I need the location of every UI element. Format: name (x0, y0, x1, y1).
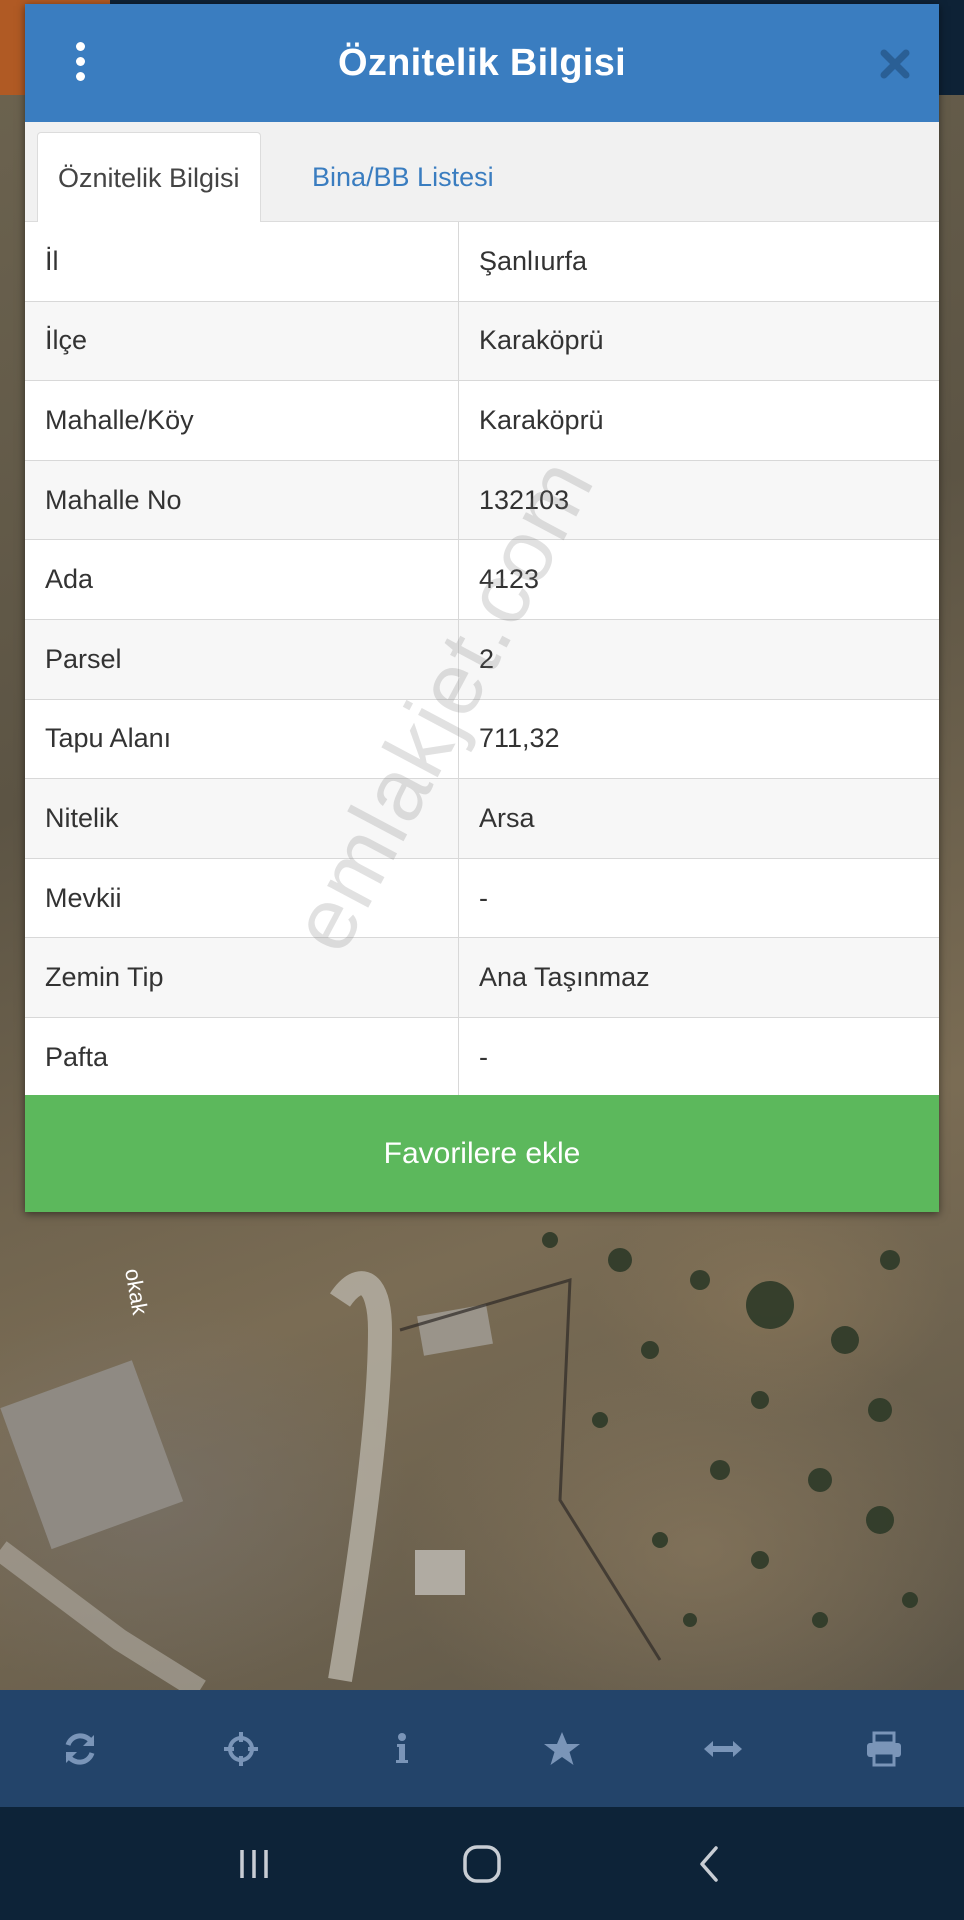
row-label: Pafta (25, 1017, 459, 1098)
table-row: Ada 4123 (25, 540, 939, 620)
row-value: - (479, 1042, 488, 1073)
info-icon[interactable] (372, 1719, 432, 1779)
row-value: Ana Taşınmaz (479, 962, 650, 993)
star-icon[interactable] (532, 1719, 592, 1779)
table-row: Tapu Alanı 711,32 (25, 699, 939, 780)
locate-icon[interactable] (211, 1719, 271, 1779)
table-row: Zemin Tip Ana Taşınmaz (25, 938, 939, 1018)
add-to-favorites-button[interactable]: Favorilere ekle (25, 1095, 939, 1212)
row-label: Parsel (25, 619, 459, 699)
table-row: Mevkii - (25, 858, 939, 939)
close-icon[interactable] (879, 48, 911, 80)
row-label: Ada (25, 540, 459, 619)
row-label: Tapu Alanı (25, 699, 459, 779)
back-icon[interactable] (675, 1829, 745, 1899)
row-value: Arsa (479, 802, 535, 833)
row-value: Şanlıurfa (479, 245, 588, 276)
row-value: Karaköprü (479, 404, 604, 435)
row-value: 2 (479, 643, 495, 674)
recent-apps-icon[interactable] (219, 1829, 289, 1899)
row-label: İlçe (25, 301, 459, 381)
row-label: Mahalle No (25, 460, 459, 540)
row-label: Nitelik (25, 779, 459, 858)
tab-building-list[interactable]: Bina/BB Listesi (292, 132, 514, 223)
table-row: Parsel 2 (25, 619, 939, 700)
table-row: İlçe Karaköprü (25, 301, 939, 382)
table-row: Pafta - (25, 1017, 939, 1098)
table-row: Mahalle/Köy Karaköprü (25, 381, 939, 461)
bottom-toolbar (0, 1690, 964, 1807)
system-navbar (0, 1807, 964, 1920)
row-value: 4123 (479, 564, 540, 595)
home-icon[interactable] (447, 1829, 517, 1899)
row-label: Mahalle/Köy (25, 381, 459, 460)
table-row: Mahalle No 132103 (25, 460, 939, 541)
table-row: Nitelik Arsa (25, 779, 939, 859)
measure-icon[interactable] (693, 1719, 753, 1779)
street-label: okak (120, 1267, 153, 1318)
row-value: - (479, 882, 488, 913)
attribute-info-dialog: Öznitelik Bilgisi Öznitelik Bilgisi Bina… (25, 4, 939, 1212)
row-label: Zemin Tip (25, 938, 459, 1017)
kebab-menu-icon[interactable] (70, 42, 90, 86)
row-label: İl (25, 222, 459, 301)
row-value: Karaköprü (479, 325, 604, 356)
tab-attribute-info[interactable]: Öznitelik Bilgisi (37, 132, 261, 223)
print-icon[interactable] (854, 1719, 914, 1779)
dialog-title: Öznitelik Bilgisi (337, 42, 627, 84)
refresh-icon[interactable] (50, 1719, 110, 1779)
row-value: 711,32 (479, 723, 560, 754)
attribute-table: İl Şanlıurfa İlçe Karaköprü Mahalle/Köy Kar… (25, 222, 939, 1098)
row-label: Mevkii (25, 858, 459, 938)
table-row: İl Şanlıurfa (25, 222, 939, 302)
row-value: 132103 (479, 484, 570, 515)
dialog-header: Öznitelik Bilgisi (25, 4, 939, 122)
tab-bar: Öznitelik Bilgisi Bina/BB Listesi (25, 122, 939, 223)
